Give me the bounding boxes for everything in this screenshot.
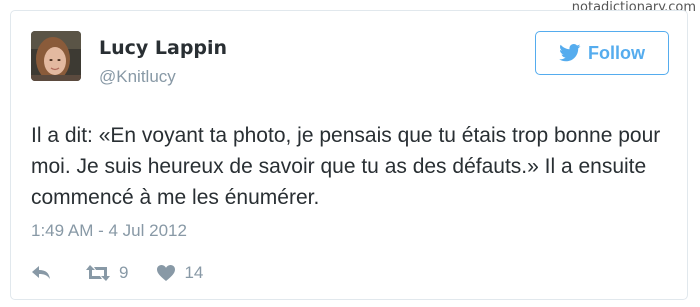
twitter-bird-icon — [559, 44, 581, 62]
reply-icon — [31, 265, 51, 281]
author-handle[interactable]: @Knitlucy — [99, 67, 176, 87]
author-name[interactable]: Lucy Lappin — [99, 37, 227, 59]
retweet-button[interactable]: 9 — [85, 263, 128, 283]
retweet-count: 9 — [119, 263, 129, 282]
follow-label: Follow — [588, 42, 645, 63]
like-button[interactable]: 14 — [156, 263, 203, 283]
tweet-actions: 9 14 — [31, 261, 203, 285]
retweet-icon — [85, 264, 111, 282]
heart-icon — [156, 264, 176, 282]
tweet-timestamp[interactable]: 1:49 AM - 4 Jul 2012 — [31, 221, 187, 241]
reply-button[interactable] — [31, 265, 51, 281]
tweet-card: Lucy Lappin @Knitlucy Follow Il a dit: «… — [10, 10, 688, 300]
tweet-text: Il a dit: «En voyant ta photo, je pensai… — [31, 124, 661, 209]
follow-button[interactable]: Follow — [535, 31, 669, 75]
avatar[interactable] — [31, 31, 81, 81]
like-count: 14 — [184, 263, 204, 282]
